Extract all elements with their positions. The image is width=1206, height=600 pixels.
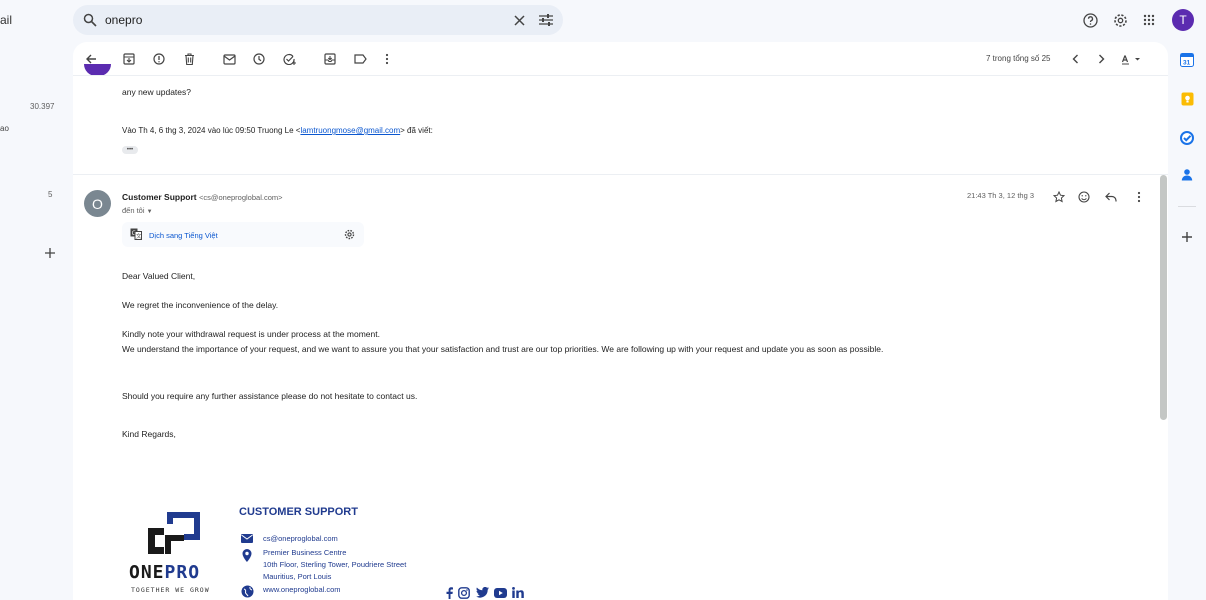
signature-address-line: 10th Floor, Sterling Tower, Poudriere St… — [263, 560, 407, 569]
body-paragraph: Kind Regards, — [122, 429, 176, 439]
signature-title: CUSTOMER SUPPORT — [239, 506, 358, 518]
archive-icon[interactable] — [120, 50, 138, 68]
show-trimmed-content[interactable]: ••• — [122, 146, 138, 154]
onepro-logo — [146, 512, 202, 556]
location-icon — [242, 548, 252, 562]
report-spam-icon[interactable] — [150, 50, 168, 68]
facebook-icon[interactable] — [444, 586, 454, 599]
add-icon[interactable] — [1179, 229, 1195, 245]
twitter-icon[interactable] — [475, 586, 489, 599]
apps-grid-icon[interactable] — [1142, 13, 1156, 27]
globe-icon — [240, 584, 254, 598]
tune-icon[interactable] — [539, 14, 553, 26]
translate-link[interactable]: Dịch sang Tiếng Việt — [149, 231, 218, 240]
move-to-icon[interactable] — [321, 50, 339, 68]
signature-address-line: Mauritius, Port Louis — [263, 572, 332, 581]
toolbar: 7 trong tổng số 25 — [73, 42, 1168, 75]
message-view: 7 trong tổng số 25 any new updates? Vào … — [73, 42, 1168, 600]
nav-label-fragment[interactable]: ao — [0, 124, 9, 133]
pager-text: 7 trong tổng số 25 — [986, 54, 1051, 63]
body-paragraph: Dear Valued Client, — [122, 271, 196, 281]
quote-email-link[interactable]: lamtruongmose@gmail.com — [300, 126, 400, 135]
snooze-icon[interactable] — [250, 50, 268, 68]
brand-name: ONEPRO — [129, 562, 201, 583]
message-more-icon[interactable] — [1132, 190, 1146, 204]
add-to-tasks-icon[interactable] — [280, 50, 298, 68]
add-label-icon[interactable] — [43, 246, 57, 260]
contacts-icon[interactable] — [1179, 167, 1195, 183]
previous-body: any new updates? — [122, 87, 191, 97]
search-icon[interactable] — [83, 13, 97, 27]
tasks-icon[interactable] — [1179, 130, 1195, 146]
inbox-count: 30.397 — [30, 102, 55, 111]
label-count: 5 — [48, 190, 53, 199]
signature-website[interactable]: www.oneproglobal.com — [263, 584, 341, 596]
message-timestamp: 21:43 Th 3, 12 thg 3 — [967, 191, 1034, 200]
reply-icon[interactable] — [1104, 190, 1118, 204]
account-avatar[interactable]: T — [1172, 9, 1194, 31]
signature-email[interactable]: cs@oneproglobal.com — [263, 533, 338, 545]
emoji-reaction-icon[interactable] — [1077, 190, 1091, 204]
app-name-fragment: ail — [0, 13, 13, 27]
search-input[interactable] — [105, 13, 495, 27]
linkedin-icon[interactable] — [511, 586, 525, 599]
older-icon[interactable] — [1092, 50, 1110, 68]
sender[interactable]: Customer Support <cs@oneproglobal.com> — [122, 192, 283, 202]
help-icon[interactable] — [1082, 12, 1098, 28]
mark-unread-icon[interactable] — [220, 50, 238, 68]
svg-text:31: 31 — [1183, 60, 1191, 67]
signature-address-line: Premier Business Centre — [263, 548, 347, 557]
translate-icon: G文 — [130, 228, 142, 240]
delete-icon[interactable] — [180, 50, 198, 68]
sender-email: <cs@oneproglobal.com> — [199, 193, 283, 202]
settings-icon[interactable] — [1112, 12, 1128, 28]
translate-settings-icon[interactable] — [343, 228, 355, 240]
quote-header: Vào Th 4, 6 thg 3, 2024 vào lúc 09:50 Tr… — [122, 126, 433, 135]
calendar-icon[interactable]: 31 — [1179, 52, 1195, 68]
input-tools-icon[interactable] — [1119, 50, 1145, 68]
instagram-icon[interactable] — [457, 586, 471, 599]
more-icon[interactable] — [378, 50, 396, 68]
keep-icon[interactable] — [1179, 91, 1195, 107]
youtube-icon[interactable] — [493, 586, 507, 599]
translate-bar: G文 Dịch sang Tiếng Việt — [122, 222, 364, 247]
search-bar — [73, 5, 563, 35]
labels-icon[interactable] — [351, 50, 369, 68]
sender-avatar[interactable]: O — [84, 190, 111, 217]
sender-name[interactable]: Customer Support — [122, 192, 197, 202]
recipients-toggle[interactable]: đến tôi ▼ — [122, 206, 153, 215]
close-icon[interactable] — [514, 14, 525, 26]
body-paragraph: Should you require any further assistanc… — [122, 391, 418, 401]
svg-text:文: 文 — [136, 232, 142, 240]
email-icon — [241, 533, 253, 543]
star-icon[interactable] — [1052, 190, 1066, 204]
body-paragraph: We understand the importance of your req… — [122, 344, 884, 354]
scrollbar-thumb[interactable] — [1160, 175, 1167, 420]
brand-tagline: TOGETHER WE GROW — [131, 586, 210, 594]
body-paragraph: Kindly note your withdrawal request is u… — [122, 329, 380, 339]
body-paragraph: We regret the inconvenience of the delay… — [122, 300, 279, 310]
newer-icon[interactable] — [1066, 50, 1084, 68]
